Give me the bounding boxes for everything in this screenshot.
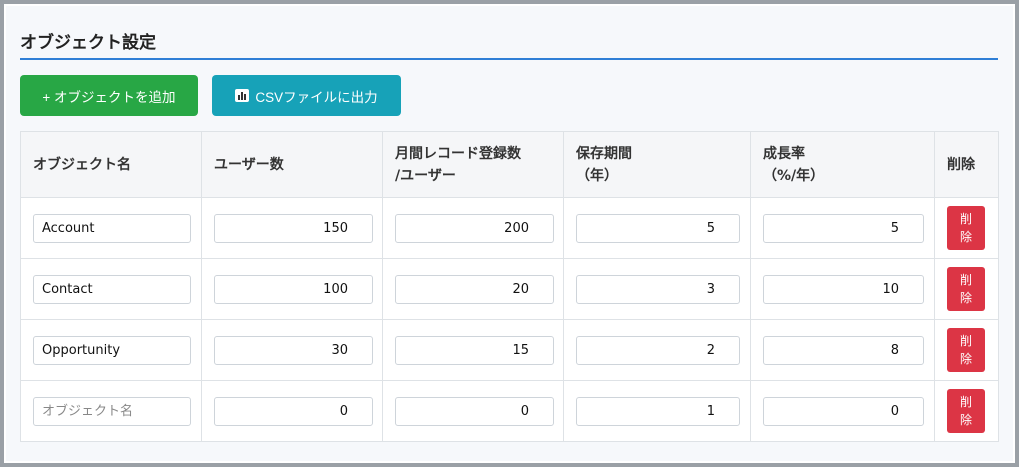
table-row: 削除: [20, 380, 999, 442]
bar-chart-icon: [235, 89, 250, 102]
export-csv-button[interactable]: CSVファイルに出力: [212, 75, 401, 116]
object-settings-panel: オブジェクト設定 + オブジェクトを追加 CSVファイルに出力 オブジェクト名 …: [6, 6, 1013, 461]
retention-input[interactable]: [576, 335, 740, 365]
export-csv-button-label: CSVファイルに出力: [255, 89, 378, 105]
table-row: 削除: [20, 197, 999, 259]
delete-row-button[interactable]: 削除: [947, 206, 985, 250]
monthly-records-input[interactable]: [395, 213, 554, 243]
growth-rate-input[interactable]: [763, 396, 924, 426]
object-name-input[interactable]: [33, 213, 191, 243]
retention-input[interactable]: [576, 274, 740, 304]
header-monthly-records: 月間レコード登録数/ユーザー: [382, 131, 564, 198]
retention-input[interactable]: [576, 213, 740, 243]
monthly-records-input[interactable]: [395, 396, 554, 426]
title-divider: [20, 58, 998, 60]
user-count-input[interactable]: [214, 335, 373, 365]
growth-rate-input[interactable]: [763, 274, 924, 304]
monthly-records-input[interactable]: [395, 274, 554, 304]
growth-rate-input[interactable]: [763, 213, 924, 243]
add-object-button[interactable]: + オブジェクトを追加: [20, 75, 198, 116]
growth-rate-input[interactable]: [763, 335, 924, 365]
page-title: オブジェクト設定: [20, 33, 156, 53]
user-count-input[interactable]: [214, 396, 373, 426]
header-object-name: オブジェクト名: [20, 131, 202, 198]
object-name-input[interactable]: [33, 274, 191, 304]
retention-input[interactable]: [576, 396, 740, 426]
table-row: 削除: [20, 319, 999, 381]
table-row: 削除: [20, 258, 999, 320]
header-user-count: ユーザー数: [201, 131, 383, 198]
object-name-input[interactable]: [33, 396, 191, 426]
delete-row-button[interactable]: 削除: [947, 328, 985, 372]
delete-row-button[interactable]: 削除: [947, 389, 985, 433]
table-header-row: オブジェクト名 ユーザー数 月間レコード登録数/ユーザー 保存期間 （年） 成長率…: [20, 131, 999, 198]
header-growth-rate: 成長率 （%/年）: [750, 131, 935, 198]
header-delete: 削除: [934, 131, 999, 198]
object-table: オブジェクト名 ユーザー数 月間レコード登録数/ユーザー 保存期間 （年） 成長率…: [20, 131, 999, 442]
delete-row-button[interactable]: 削除: [947, 267, 985, 311]
user-count-input[interactable]: [214, 274, 373, 304]
user-count-input[interactable]: [214, 213, 373, 243]
object-name-input[interactable]: [33, 335, 191, 365]
add-object-button-label: + オブジェクトを追加: [42, 89, 176, 105]
monthly-records-input[interactable]: [395, 335, 554, 365]
header-retention-period: 保存期間 （年）: [563, 131, 751, 198]
